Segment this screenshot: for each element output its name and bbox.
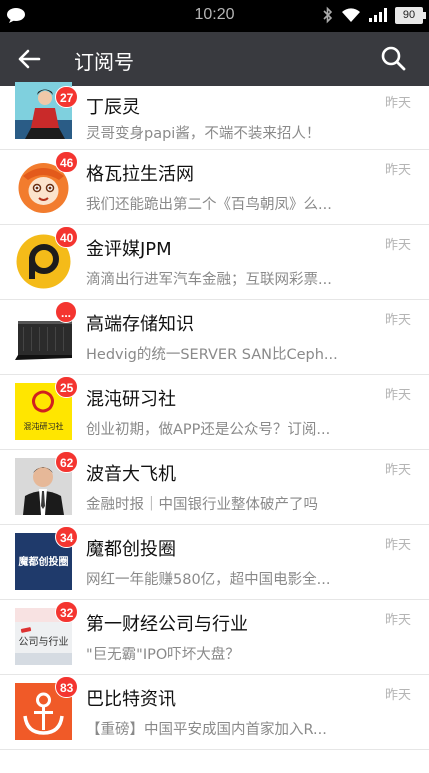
unread-badge: 46 bbox=[55, 151, 79, 173]
account-name: 金评媒JPM bbox=[86, 239, 172, 260]
timestamp: 昨天 bbox=[384, 313, 411, 328]
message-preview: Hedvig的统一SERVER SAN比Ceph... bbox=[86, 347, 338, 363]
unread-badge: 25 bbox=[55, 376, 79, 398]
search-icon[interactable] bbox=[379, 44, 407, 72]
account-name: 混沌研习社 bbox=[86, 389, 176, 410]
account-name: 高端存储知识 bbox=[86, 314, 194, 335]
timestamp: 昨天 bbox=[384, 613, 411, 628]
list-item[interactable]: 40 金评媒JPM 滴滴出行进军汽车金融；互联网彩票... 昨天 bbox=[0, 225, 429, 300]
wifi-icon bbox=[342, 8, 360, 22]
list-item[interactable]: 公司与行业 32 第一财经公司与行业 "巨无霸"IPO吓坏大盘？ 昨天 bbox=[0, 600, 429, 675]
unread-badge: 83 bbox=[55, 676, 79, 698]
message-preview: "巨无霸"IPO吓坏大盘？ bbox=[86, 647, 240, 663]
system-icons: 90 bbox=[322, 6, 426, 24]
timestamp: 昨天 bbox=[384, 538, 411, 553]
timestamp: 昨天 bbox=[384, 388, 411, 403]
unread-badge: 32 bbox=[55, 601, 79, 623]
list-item[interactable]: 62 波音大飞机 金融时报｜中国银行业整体破产了吗 昨天 bbox=[0, 450, 429, 525]
account-name: 格瓦拉生活网 bbox=[86, 164, 194, 185]
avatar-logo-text: 魔都创投圈 bbox=[19, 555, 69, 568]
timestamp: 昨天 bbox=[384, 96, 411, 111]
account-name: 波音大飞机 bbox=[86, 464, 176, 485]
account-name: 第一财经公司与行业 bbox=[86, 614, 248, 635]
list-item[interactable]: 魔都创投圈 34 魔都创投圈 网红一年能赚580亿，超中国电影全... 昨天 bbox=[0, 525, 429, 600]
app-bar: 订阅号 bbox=[0, 32, 429, 86]
unread-badge: 40 bbox=[55, 226, 79, 248]
message-preview: 创业初期，做APP还是公众号？订阅... bbox=[86, 422, 331, 438]
unread-badge: ... bbox=[55, 301, 77, 323]
avatar-logo-text: 混沌研习社 bbox=[24, 421, 64, 431]
list-item[interactable]: 27 丁辰灵 灵哥变身papi酱，不端不装来招人！ 昨天 bbox=[0, 82, 429, 150]
list-item[interactable]: 46 格瓦拉生活网 我们还能跪出第二个《百鸟朝凤》么... 昨天 bbox=[0, 150, 429, 225]
message-preview: 我们还能跪出第二个《百鸟朝凤》么... bbox=[86, 197, 332, 213]
page-title: 订阅号 bbox=[74, 50, 134, 74]
message-preview: 金融时报｜中国银行业整体破产了吗 bbox=[86, 497, 318, 513]
bluetooth-icon bbox=[323, 6, 333, 24]
avatar-logo-text: 公司与行业 bbox=[19, 635, 69, 648]
account-name: 魔都创投圈 bbox=[86, 539, 176, 560]
message-preview: 滴滴出行进军汽车金融；互联网彩票... bbox=[86, 272, 332, 288]
message-preview: 【重磅】中国平安成国内首家加入R... bbox=[86, 722, 327, 738]
timestamp: 昨天 bbox=[384, 688, 411, 703]
subscription-list: 27 丁辰灵 灵哥变身papi酱，不端不装来招人！ 昨天 46 格瓦拉生活网 我… bbox=[0, 82, 429, 750]
battery-icon: 90 bbox=[395, 6, 426, 24]
signal-icon bbox=[369, 8, 387, 22]
list-item[interactable]: ... 高端存储知识 Hedvig的统一SERVER SAN比Ceph... 昨… bbox=[0, 300, 429, 375]
unread-badge: 62 bbox=[55, 451, 79, 473]
timestamp: 昨天 bbox=[384, 463, 411, 478]
timestamp: 昨天 bbox=[384, 163, 411, 178]
unread-badge: 27 bbox=[55, 86, 79, 108]
status-bar: 10:20 90 bbox=[0, 0, 429, 32]
account-name: 巴比特资讯 bbox=[86, 689, 176, 710]
timestamp: 昨天 bbox=[384, 238, 411, 253]
message-preview: 灵哥变身papi酱，不端不装来招人！ bbox=[86, 126, 321, 142]
account-name: 丁辰灵 bbox=[86, 97, 140, 118]
list-item[interactable]: 混沌研习社 25 混沌研习社 创业初期，做APP还是公众号？订阅... 昨天 bbox=[0, 375, 429, 450]
back-arrow-icon[interactable] bbox=[15, 45, 43, 73]
message-preview: 网红一年能赚580亿，超中国电影全... bbox=[86, 572, 331, 588]
list-item[interactable]: 83 巴比特资讯 【重磅】中国平安成国内首家加入R... 昨天 bbox=[0, 675, 429, 750]
unread-badge: 34 bbox=[55, 526, 79, 548]
